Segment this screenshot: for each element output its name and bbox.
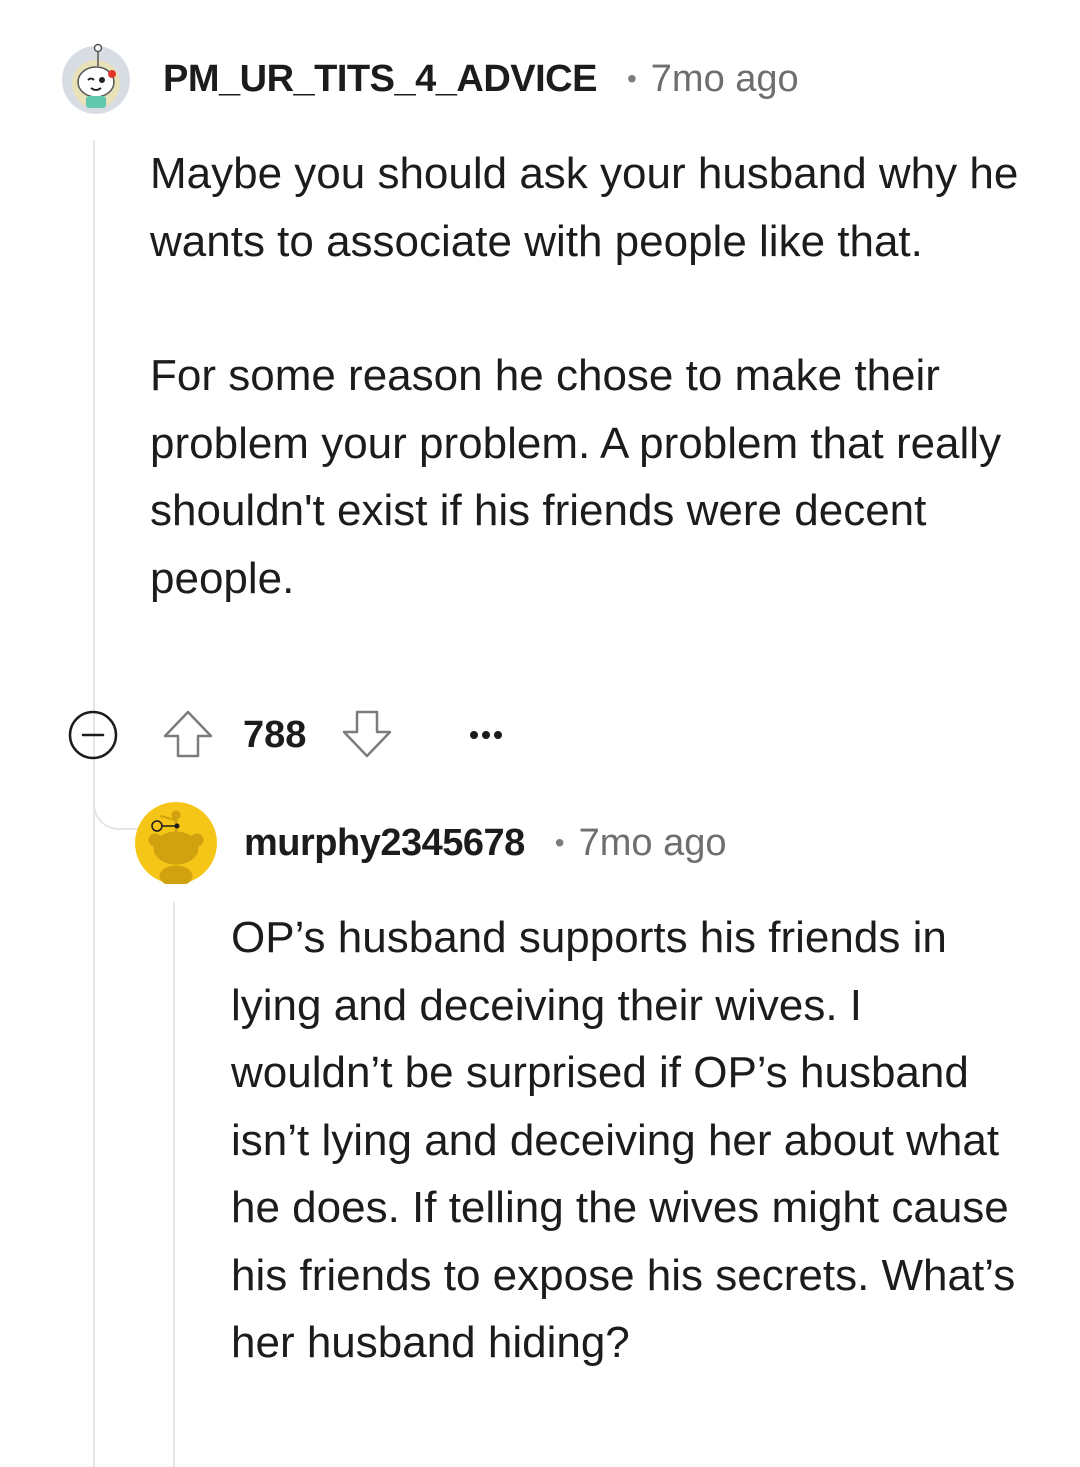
separator-dot: •	[554, 827, 565, 858]
timestamp[interactable]: 7mo ago	[579, 822, 727, 865]
downvote-arrow-icon	[342, 710, 392, 758]
comment-header: PM_UR_TITS_4_ADVICE • 7mo ago	[163, 54, 799, 104]
reply-header: murphy2345678 • 7mo ago	[244, 818, 727, 868]
collapse-thread-button[interactable]	[67, 709, 119, 761]
reply-body: OP’s husband supports his friends in lyi…	[231, 904, 1031, 1377]
comment-paragraph: Maybe you should ask your husband why he…	[150, 149, 1019, 266]
reply-thread-line[interactable]	[173, 902, 175, 1467]
separator-dot: •	[626, 63, 637, 94]
upvote-button[interactable]	[161, 707, 215, 761]
reply-connector-line	[93, 770, 141, 830]
username[interactable]: murphy2345678	[244, 822, 525, 865]
avatar[interactable]	[58, 40, 134, 116]
snoo-avatar-icon	[62, 43, 130, 114]
vote-score: 788	[243, 714, 307, 756]
comment-body: Maybe you should ask your husband why he…	[150, 140, 1030, 612]
minus-circle-icon	[68, 710, 118, 760]
reply-avatar[interactable]	[135, 802, 217, 887]
timestamp[interactable]: 7mo ago	[651, 58, 799, 101]
snoo-avatar-icon	[135, 802, 217, 887]
username[interactable]: PM_UR_TITS_4_ADVICE	[163, 58, 597, 101]
more-options-button[interactable]	[466, 718, 506, 752]
comment-paragraph: For some reason he chose to make their p…	[150, 351, 1002, 603]
reply-paragraph: OP’s husband supports his friends in lyi…	[231, 913, 1016, 1367]
upvote-arrow-icon	[163, 710, 213, 758]
downvote-button[interactable]	[340, 707, 394, 761]
ellipsis-icon	[470, 731, 502, 739]
